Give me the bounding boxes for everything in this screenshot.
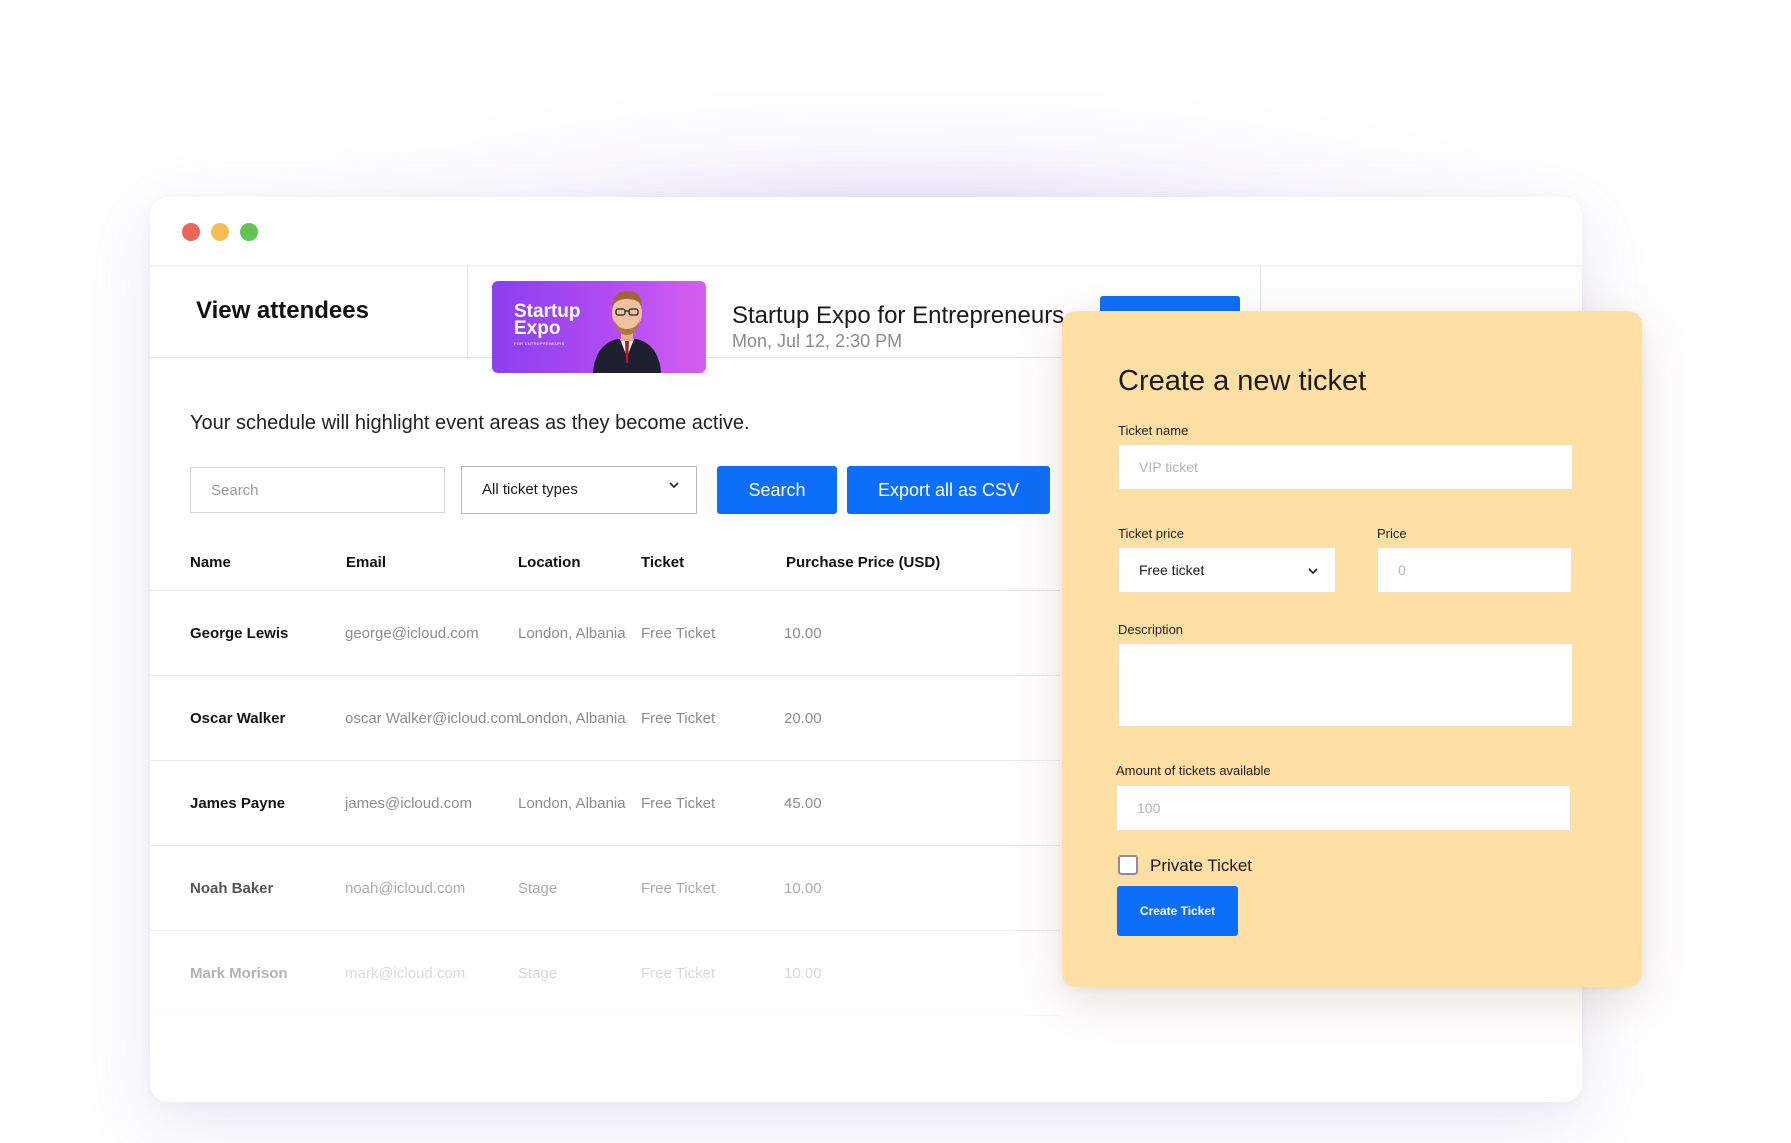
table-row[interactable]: Oscar Walker oscar Walker@icloud.com Lon… (150, 676, 1060, 761)
column-header-email[interactable]: Email (346, 554, 386, 571)
event-title: Startup Expo for Entrepreneurs (732, 302, 1065, 329)
attendee-ticket: Free Ticket (641, 625, 716, 642)
header-divider (467, 267, 468, 357)
ticket-type-selected: All ticket types (482, 481, 578, 498)
table-row[interactable]: Noah Baker noah@icloud.com Stage Free Ti… (150, 846, 1060, 931)
amount-label: Amount of tickets available (1116, 763, 1271, 778)
attendee-price: 45.00 (784, 795, 822, 812)
chevron-down-icon (669, 482, 679, 489)
column-header-price[interactable]: Purchase Price (USD) (786, 554, 940, 571)
attendee-email: oscar Walker@icloud.com (345, 710, 519, 727)
attendee-email: mark@icloud.com (345, 965, 466, 982)
attendee-price: 20.00 (784, 710, 822, 727)
description-label: Description (1118, 622, 1184, 637)
attendee-ticket: Free Ticket (641, 795, 716, 812)
attendee-name: George Lewis (190, 625, 289, 642)
attendee-email: james@icloud.com (345, 795, 472, 812)
attendee-email: george@icloud.com (345, 625, 479, 642)
attendee-name: James Payne (190, 795, 286, 812)
ticket-price-label: Ticket price (1118, 526, 1184, 541)
ticket-price-select[interactable]: Free ticket (1118, 547, 1336, 593)
list-fade-overlay (150, 997, 1582, 1102)
attendee-name: Mark Morison (190, 965, 288, 982)
ticket-type-select[interactable]: All ticket types (461, 466, 697, 514)
thumbnail-subtitle: FOR ENTREPRENEURS (514, 341, 565, 346)
attendee-ticket: Free Ticket (641, 710, 716, 727)
attendee-location: London, Albania (518, 625, 626, 642)
close-dot[interactable] (182, 223, 200, 241)
attendee-location: Stage (518, 880, 558, 897)
schedule-note: Your schedule will highlight event areas… (190, 412, 750, 434)
column-header-location[interactable]: Location (518, 554, 581, 571)
attendee-location: London, Albania (518, 710, 626, 727)
page-title: View attendees (196, 297, 369, 324)
maximize-dot[interactable] (240, 223, 258, 241)
attendee-location: Stage (518, 965, 558, 982)
minimize-dot[interactable] (211, 223, 229, 241)
private-ticket-label[interactable]: Private Ticket (1150, 856, 1252, 876)
attendee-price: 10.00 (784, 965, 822, 982)
attendee-price: 10.00 (784, 880, 822, 897)
column-header-ticket[interactable]: Ticket (641, 554, 684, 571)
table-row[interactable]: James Payne james@icloud.com London, Alb… (150, 761, 1060, 846)
search-button[interactable]: Search (717, 466, 837, 514)
create-ticket-panel: Create a new ticket Ticket name Ticket p… (1062, 311, 1642, 987)
attendee-location: London, Albania (518, 795, 626, 812)
search-input[interactable] (190, 467, 445, 513)
price-input[interactable] (1377, 547, 1572, 593)
attendee-price: 10.00 (784, 625, 822, 642)
price-label: Price (1377, 526, 1407, 541)
table-row[interactable]: George Lewis george@icloud.com London, A… (150, 591, 1060, 676)
amount-input[interactable] (1116, 785, 1571, 831)
ticket-name-input[interactable] (1118, 444, 1573, 490)
attendee-email: noah@icloud.com (345, 880, 466, 897)
attendee-ticket: Free Ticket (641, 880, 716, 897)
chevron-down-icon (1308, 568, 1318, 575)
attendee-ticket: Free Ticket (641, 965, 716, 982)
export-csv-button[interactable]: Export all as CSV (847, 466, 1050, 514)
create-ticket-button[interactable]: Create Ticket (1117, 886, 1238, 936)
column-header-name[interactable]: Name (190, 554, 231, 571)
window-titlebar (150, 197, 1582, 267)
private-ticket-checkbox[interactable] (1118, 855, 1138, 875)
description-textarea[interactable] (1118, 643, 1573, 727)
panel-title: Create a new ticket (1118, 365, 1367, 397)
ticket-price-selected: Free ticket (1139, 562, 1205, 578)
attendee-name: Noah Baker (190, 880, 274, 897)
event-date: Mon, Jul 12, 2:30 PM (732, 331, 903, 351)
person-photo (593, 291, 661, 373)
event-thumbnail: Startup Expo FOR ENTREPRENEURS (492, 281, 706, 373)
ticket-name-label: Ticket name (1118, 423, 1189, 438)
attendee-name: Oscar Walker (190, 710, 286, 727)
